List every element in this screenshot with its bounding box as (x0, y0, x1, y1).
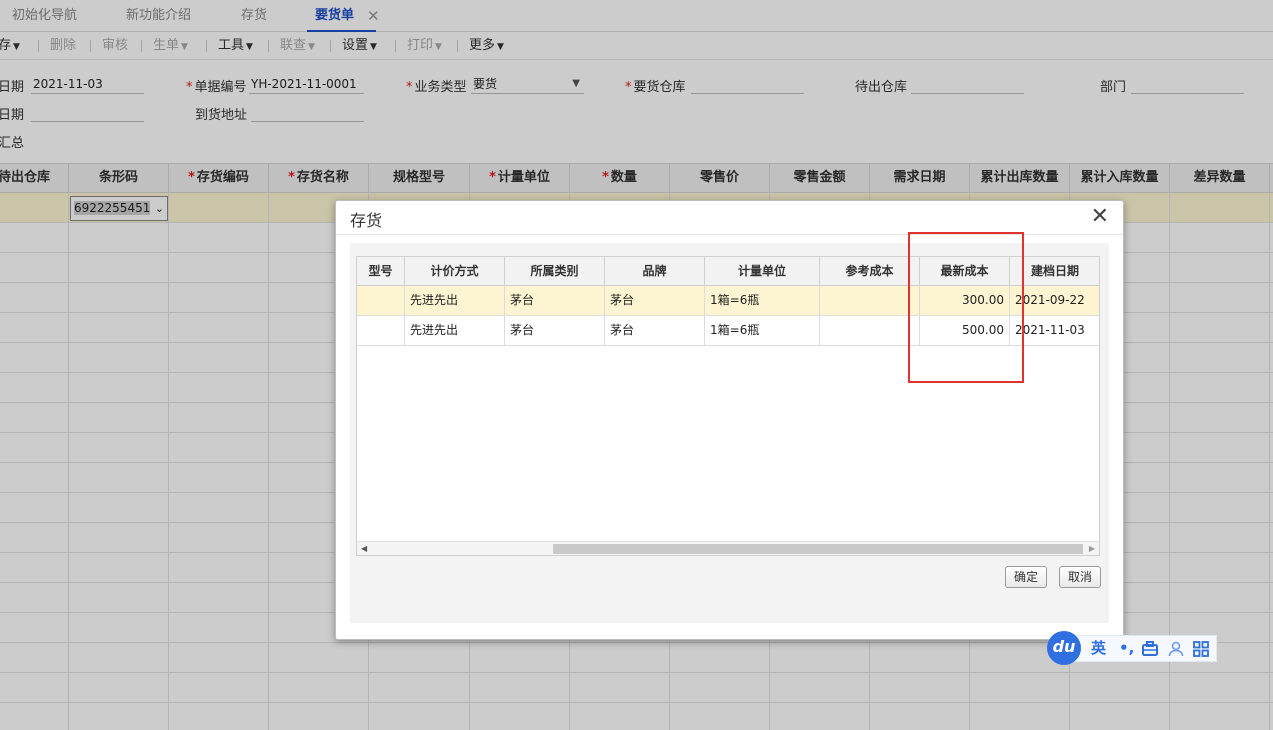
cell-category: 茅台 (505, 316, 605, 345)
col-category[interactable]: 所属类别 (505, 257, 605, 285)
cell-ref-cost (820, 286, 920, 315)
user-icon[interactable] (1167, 635, 1185, 662)
cell-pricing-method: 先进先出 (405, 286, 505, 315)
close-icon[interactable]: ✕ (1091, 203, 1109, 231)
cell-brand: 茅台 (605, 316, 705, 345)
cell-category: 茅台 (505, 286, 605, 315)
punctuation-icon[interactable]: •, (1119, 635, 1134, 662)
col-model[interactable]: 型号 (357, 257, 405, 285)
toolbox-icon[interactable] (1141, 635, 1159, 662)
grid-menu-icon[interactable] (1192, 635, 1210, 662)
horizontal-scrollbar[interactable]: ◀ ▶ (357, 541, 1099, 555)
dialog-title: 存货 (350, 211, 383, 230)
col-pricing-method[interactable]: 计价方式 (405, 257, 505, 285)
cell-unit: 1箱=6瓶 (705, 316, 820, 345)
col-ref-cost[interactable]: 参考成本 (820, 257, 920, 285)
cell-brand: 茅台 (605, 286, 705, 315)
scroll-left-icon[interactable]: ◀ (361, 542, 367, 555)
ok-button[interactable]: 确定 (1005, 566, 1048, 588)
cell-model (357, 316, 405, 345)
cell-pricing-method: 先进先出 (405, 316, 505, 345)
scrollbar-thumb[interactable] (553, 544, 1083, 554)
col-brand[interactable]: 品牌 (605, 257, 705, 285)
cell-ref-cost (820, 316, 920, 345)
col-unit[interactable]: 计量单位 (705, 257, 820, 285)
scroll-right-icon[interactable]: ▶ (1089, 542, 1095, 555)
highlight-box (908, 232, 1024, 383)
ime-language-toggle[interactable]: 英 (1091, 635, 1106, 662)
cancel-button[interactable]: 取消 (1059, 566, 1102, 588)
ime-toolbar: du 英 •, (1047, 631, 1217, 665)
ime-logo[interactable]: du (1047, 631, 1081, 665)
cell-unit: 1箱=6瓶 (705, 286, 820, 315)
cell-model (357, 286, 405, 315)
